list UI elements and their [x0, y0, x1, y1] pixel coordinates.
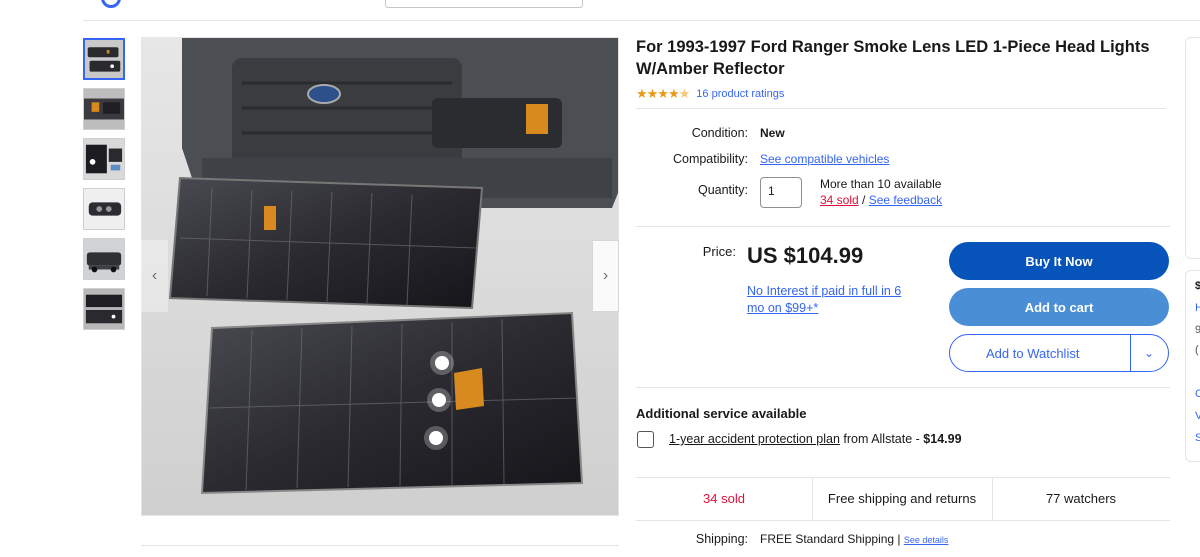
sold-count: 34 sold [703, 491, 745, 506]
thumbnail-3[interactable] [83, 138, 125, 180]
thumbnail-2[interactable] [83, 88, 125, 130]
chevron-left-icon: ‹ [151, 267, 158, 284]
availability-text: More than 10 available [820, 177, 942, 191]
divider [636, 520, 1170, 521]
divider [636, 387, 1170, 388]
thumbnail-strip [83, 38, 126, 338]
thumbnail-1[interactable] [83, 38, 125, 80]
star-rating-icon: ★★★★★ [636, 86, 690, 101]
next-image-button[interactable]: › [592, 240, 619, 312]
protection-plan-row: 1-year accident protection plan from All… [669, 432, 962, 446]
side-panel [1185, 37, 1200, 259]
plan-text: from Allstate - [839, 432, 924, 446]
protection-plan-checkbox[interactable] [637, 431, 654, 448]
main-product-image[interactable] [141, 37, 619, 516]
shipping-value: FREE Standard Shipping [760, 532, 895, 546]
service-heading: Additional service available [636, 406, 807, 421]
buy-it-now-button[interactable]: Buy It Now [949, 242, 1169, 280]
side-fragment: ( [1195, 344, 1199, 356]
ratings-link[interactable]: 16 product ratings [696, 88, 784, 100]
divider [1130, 334, 1131, 372]
item-details: For 1993-1997 Ford Ranger Smoke Lens LED… [636, 36, 1176, 109]
separator: / [858, 193, 869, 207]
separator: | [894, 532, 904, 546]
compatible-vehicles-link[interactable]: See compatible vehicles [760, 152, 889, 166]
item-title: For 1993-1997 Ford Ranger Smoke Lens LED… [636, 38, 1150, 78]
top-bar [83, 0, 1200, 21]
watchers-count: 77 watchers [1045, 491, 1117, 506]
feedback-link[interactable]: See feedback [869, 193, 942, 207]
rating-row: ★★★★★ 16 product ratings [636, 86, 1176, 102]
sold-link[interactable]: 34 sold [820, 193, 859, 207]
plan-price: $14.99 [923, 432, 962, 446]
financing-link-line2[interactable]: mo on $99+* [747, 301, 818, 315]
side-fragment: $ [1195, 280, 1200, 292]
price-label: Price: [702, 244, 736, 259]
search-field[interactable] [385, 0, 583, 8]
chevron-right-icon: › [602, 267, 609, 284]
shipping-details-link[interactable]: See details [904, 535, 949, 545]
listing-page: ‹ › For 1993-1997 Ford Ranger Smoke Lens… [0, 0, 1200, 557]
divider [636, 108, 1166, 109]
price-amount: US $104.99 [747, 243, 864, 268]
thumbnail-5[interactable] [83, 238, 125, 280]
shipping-label: Shipping: [695, 532, 748, 546]
side-fragment[interactable]: C [1195, 388, 1200, 400]
compatibility-label: Compatibility: [672, 152, 748, 166]
side-fragment[interactable]: H [1195, 302, 1200, 314]
add-to-watchlist-button[interactable]: Add to Watchlist [949, 334, 1169, 372]
side-fragment[interactable]: S [1195, 432, 1200, 444]
shipping-badge: Free shipping and returns [827, 491, 977, 506]
thumbnail-6[interactable] [83, 288, 125, 330]
financing-link-line1[interactable]: No Interest if paid in full in 6 [747, 284, 901, 298]
side-fragment[interactable]: V [1195, 410, 1200, 422]
add-to-cart-button[interactable]: Add to cart [949, 288, 1169, 326]
condition-label: Condition: [691, 126, 748, 140]
divider [636, 226, 1170, 227]
shipping-row: FREE Standard Shipping | See details [760, 532, 948, 546]
side-fragment: 9 [1195, 324, 1200, 336]
thumbnail-4[interactable] [83, 188, 125, 230]
divider [141, 545, 619, 546]
condition-value: New [760, 126, 785, 140]
quantity-label: Quantity: [697, 183, 748, 197]
chevron-down-icon[interactable]: ⌄ [1138, 343, 1160, 363]
previous-image-button[interactable]: ‹ [141, 240, 168, 312]
quantity-input[interactable]: 1 [760, 177, 802, 208]
protection-plan-link[interactable]: 1-year accident protection plan [669, 432, 840, 446]
sold-feedback-row: 34 sold / See feedback [820, 193, 942, 207]
divider [636, 477, 1170, 478]
